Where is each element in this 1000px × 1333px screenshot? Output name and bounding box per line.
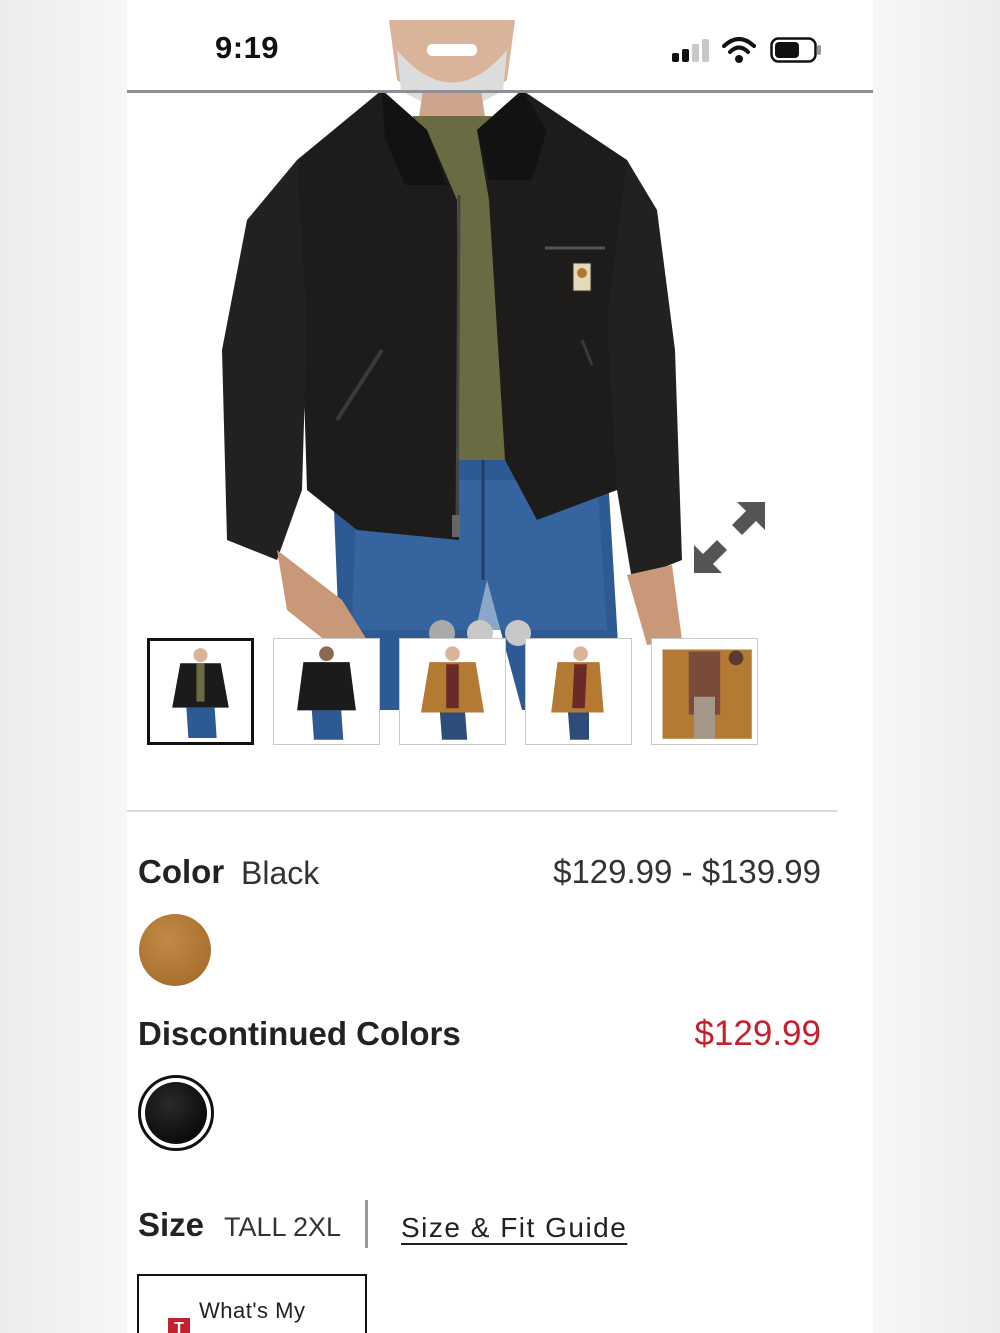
background-right	[873, 0, 1000, 1333]
header-divider	[127, 90, 873, 93]
wifi-icon	[722, 37, 756, 63]
product-image[interactable]	[127, 20, 873, 710]
whats-my-size-button[interactable]: What's My T	[137, 1274, 367, 1333]
background-left	[0, 0, 127, 1333]
expand-image-icon[interactable]	[692, 500, 767, 575]
price-range: $129.99 - $139.99	[553, 853, 821, 890]
size-fit-guide-link[interactable]: Size & Fit Guide	[401, 1212, 627, 1244]
whats-my-size-label: What's My	[199, 1298, 306, 1323]
thumbnail-strip	[147, 638, 767, 746]
phone-screen: 9:19 Color Black $129.99 - $139.99 Disco…	[127, 0, 873, 1333]
true-fit-logo-icon: T	[168, 1318, 190, 1333]
status-bar: 9:19	[127, 0, 873, 92]
status-time: 9:19	[215, 30, 280, 65]
sale-price: $129.99	[694, 1014, 821, 1053]
color-label: Color	[138, 853, 225, 890]
color-swatch-black-selected[interactable]	[138, 1075, 214, 1151]
thumbnail-brown-front[interactable]	[399, 638, 506, 745]
section-divider	[127, 810, 837, 812]
selected-color-value: Black	[241, 855, 320, 891]
thumbnail-brown-side[interactable]	[525, 638, 632, 745]
thumbnail-brown-detail[interactable]	[651, 638, 758, 745]
color-swatch-brown[interactable]	[139, 914, 211, 986]
battery-icon	[770, 37, 821, 63]
size-label: Size	[138, 1206, 205, 1243]
thumbnail-black-back[interactable]	[273, 638, 380, 745]
selected-size-value: TALL 2XL	[224, 1212, 342, 1242]
size-separator	[365, 1200, 368, 1248]
discontinued-colors-label: Discontinued Colors	[138, 1015, 461, 1052]
thumbnail-black-front[interactable]	[147, 638, 254, 745]
cellular-signal-icon	[672, 38, 712, 62]
